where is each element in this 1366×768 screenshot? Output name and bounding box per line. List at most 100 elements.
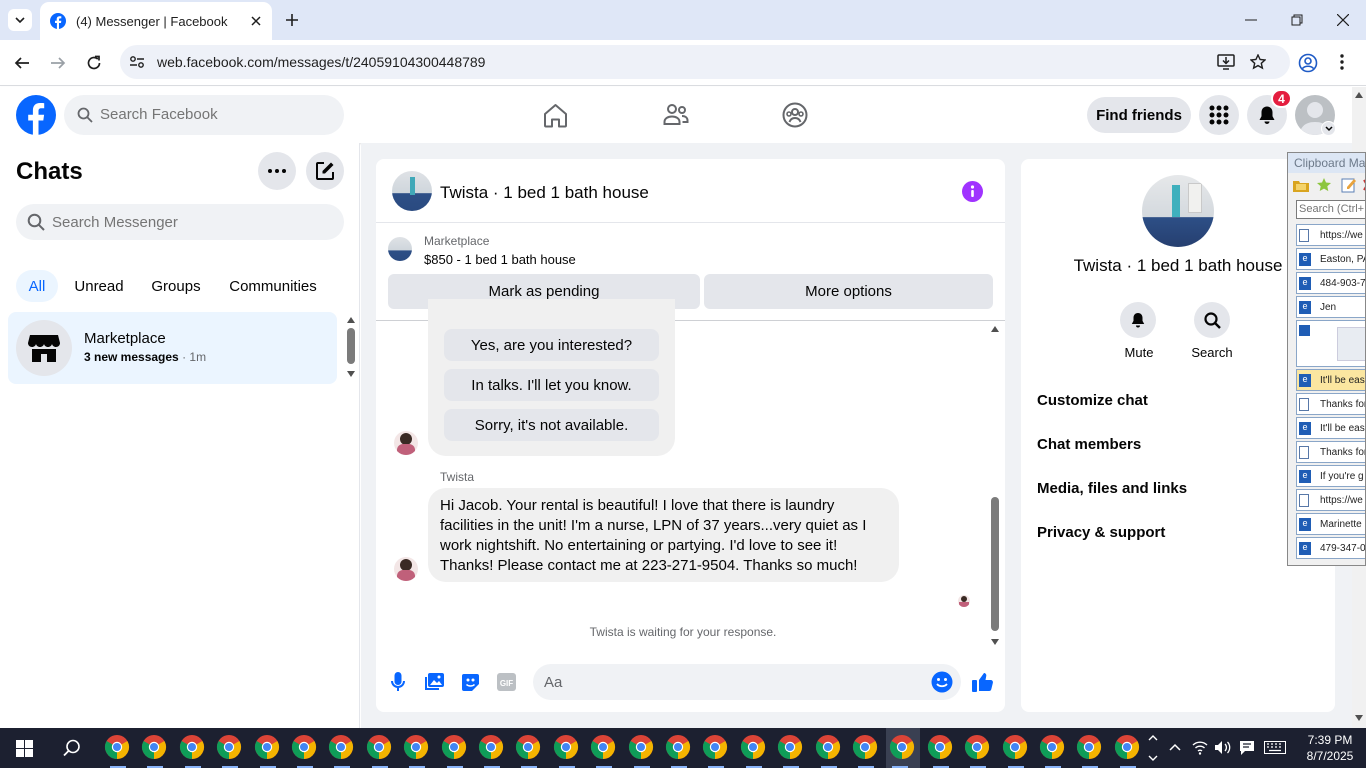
edit-icon[interactable]	[1341, 177, 1357, 193]
taskbar-chrome-icon[interactable]	[1114, 734, 1142, 768]
facebook-search-box[interactable]	[64, 95, 344, 135]
sender-avatar[interactable]	[394, 431, 418, 455]
taskbar-chrome-icon[interactable]	[1076, 734, 1104, 768]
account-menu-chevron[interactable]	[1321, 121, 1336, 136]
menu-chat-members[interactable]: Chat members	[1037, 436, 1141, 453]
clipboard-search-input[interactable]	[1299, 203, 1365, 215]
keyboard-icon[interactable]	[1264, 741, 1286, 754]
chat-list-scrollbar[interactable]	[344, 315, 358, 381]
clip-item[interactable]: e It'll be eas	[1296, 417, 1365, 439]
chat-options-button[interactable]	[258, 152, 296, 190]
taskbar-chrome-icon[interactable]	[254, 734, 282, 768]
taskbar-chrome-icon[interactable]	[141, 734, 169, 768]
conversation-header[interactable]: Twista · 1 bed 1 bath house	[376, 159, 1005, 223]
sender-avatar[interactable]	[394, 557, 418, 581]
close-window-icon[interactable]	[1337, 14, 1349, 26]
new-message-button[interactable]	[306, 152, 344, 190]
messenger-search-box[interactable]	[16, 204, 344, 240]
clipboard-titlebar[interactable]: Clipboard Ma	[1288, 153, 1365, 173]
close-tab-icon[interactable]	[250, 15, 262, 27]
taskbar-chrome-icon[interactable]	[291, 734, 319, 768]
listing-thumbnail[interactable]	[388, 237, 412, 261]
show-hidden-icons-icon[interactable]	[1169, 743, 1181, 751]
scroll-up-arrow-icon[interactable]	[1355, 92, 1363, 98]
taskbar-chrome-icon[interactable]	[628, 734, 656, 768]
taskbar-chrome-icon[interactable]	[553, 734, 581, 768]
taskbar-chrome-icon[interactable]	[478, 734, 506, 768]
filter-communities[interactable]: Communities	[220, 270, 326, 302]
taskbar-chrome-icon[interactable]	[927, 734, 955, 768]
address-bar[interactable]: web.facebook.com/messages/t/240591043004…	[120, 45, 1290, 79]
scroll-down-arrow-icon[interactable]	[1355, 715, 1363, 721]
conversation-avatar[interactable]	[392, 171, 432, 211]
taskbar-chrome-icon[interactable]	[815, 734, 843, 768]
facebook-search-input[interactable]	[100, 106, 320, 123]
scroll-up-arrow-icon[interactable]	[991, 326, 999, 332]
mute-button[interactable]	[1120, 302, 1156, 338]
volume-icon[interactable]	[1214, 740, 1232, 755]
tab-search-icon[interactable]	[8, 9, 32, 31]
clip-item[interactable]: e Marinette	[1296, 513, 1365, 535]
clip-item[interactable]: Thanks for	[1296, 393, 1365, 415]
clip-item[interactable]: e Easton, PA	[1296, 248, 1365, 270]
taskbar-chrome-icon[interactable]	[665, 734, 693, 768]
scroll-up-arrow-icon[interactable]	[347, 317, 355, 323]
filter-groups[interactable]: Groups	[142, 270, 210, 302]
clip-item[interactable]: Thanks for	[1296, 441, 1365, 463]
clip-item[interactable]: e Jen	[1296, 296, 1365, 318]
clip-item[interactable]: https://we	[1296, 224, 1365, 246]
clipboard-manager-window[interactable]: Clipboard Ma https://we eEaston, PA e484…	[1287, 152, 1366, 566]
scroll-thumb[interactable]	[991, 497, 999, 631]
filter-unread[interactable]: Unread	[66, 270, 132, 302]
windows-start-icon[interactable]	[16, 740, 33, 757]
taskbar-chrome-icon[interactable]	[852, 734, 880, 768]
site-info-icon[interactable]	[129, 55, 145, 69]
taskbar-chrome-icon[interactable]	[1039, 734, 1067, 768]
facebook-logo-icon[interactable]	[16, 95, 56, 135]
taskbar-chrome-icon[interactable]	[366, 734, 394, 768]
taskbar-chrome-icon[interactable]	[777, 734, 805, 768]
wifi-icon[interactable]	[1192, 740, 1208, 755]
taskbar-chrome-icon[interactable]	[515, 734, 543, 768]
listing-detail[interactable]: $850 - 1 bed 1 bath house	[424, 252, 576, 267]
messages-scrollbar[interactable]	[988, 323, 1002, 649]
menu-privacy-support[interactable]: Privacy & support	[1037, 524, 1165, 541]
taskbar-chrome-icon[interactable]	[104, 734, 132, 768]
clip-item-image[interactable]	[1296, 320, 1365, 367]
taskbar-chrome-icon[interactable]	[590, 734, 618, 768]
taskbar-chrome-icon[interactable]	[702, 734, 730, 768]
find-friends-button[interactable]: Find friends	[1087, 97, 1191, 133]
message-composer[interactable]: Aa	[533, 664, 961, 700]
incoming-message-bubble[interactable]: Hi Jacob. Your rental is beautiful! I lo…	[428, 488, 899, 582]
taskbar-search-icon[interactable]	[63, 739, 81, 757]
gif-icon[interactable]: GIF	[497, 673, 516, 691]
friends-icon[interactable]	[663, 103, 689, 127]
filter-all[interactable]: All	[16, 270, 58, 302]
profile-icon[interactable]	[1298, 53, 1318, 73]
menu-customize-chat[interactable]: Customize chat	[1037, 392, 1148, 409]
clip-item[interactable]: e 484-903-7	[1296, 272, 1365, 294]
tray-up-arrow-icon[interactable]	[1148, 734, 1158, 762]
quick-reply-in-talks[interactable]: In talks. I'll let you know.	[444, 369, 659, 401]
taskbar-chrome-icon[interactable]	[179, 734, 207, 768]
quick-reply-not-available[interactable]: Sorry, it's not available.	[444, 409, 659, 441]
notification-chat-icon[interactable]	[1239, 740, 1255, 756]
quick-reply-yes[interactable]: Yes, are you interested?	[444, 329, 659, 361]
browser-tab[interactable]: (4) Messenger | Facebook	[40, 2, 272, 40]
scroll-thumb[interactable]	[347, 328, 355, 364]
clip-item[interactable]: e 479-347-0	[1296, 537, 1365, 559]
taskbar-chrome-icon[interactable]	[964, 734, 992, 768]
scroll-down-arrow-icon[interactable]	[991, 639, 999, 645]
scroll-down-arrow-icon[interactable]	[347, 371, 355, 377]
new-tab-icon[interactable]	[285, 13, 299, 27]
chat-list-item-marketplace[interactable]: Marketplace 3 new messages · 1m	[8, 312, 337, 384]
taskbar-chrome-icon[interactable]	[328, 734, 356, 768]
install-app-icon[interactable]	[1217, 54, 1235, 70]
taskbar-chrome-icon[interactable]	[886, 728, 920, 768]
taskbar-chrome-icon[interactable]	[403, 734, 431, 768]
search-in-chat-button[interactable]	[1194, 302, 1230, 338]
info-avatar[interactable]	[1142, 175, 1214, 247]
clip-item[interactable]: e If you're g	[1296, 465, 1365, 487]
clip-item-selected[interactable]: e It'll be eas	[1296, 369, 1365, 391]
microphone-icon[interactable]	[391, 672, 405, 692]
